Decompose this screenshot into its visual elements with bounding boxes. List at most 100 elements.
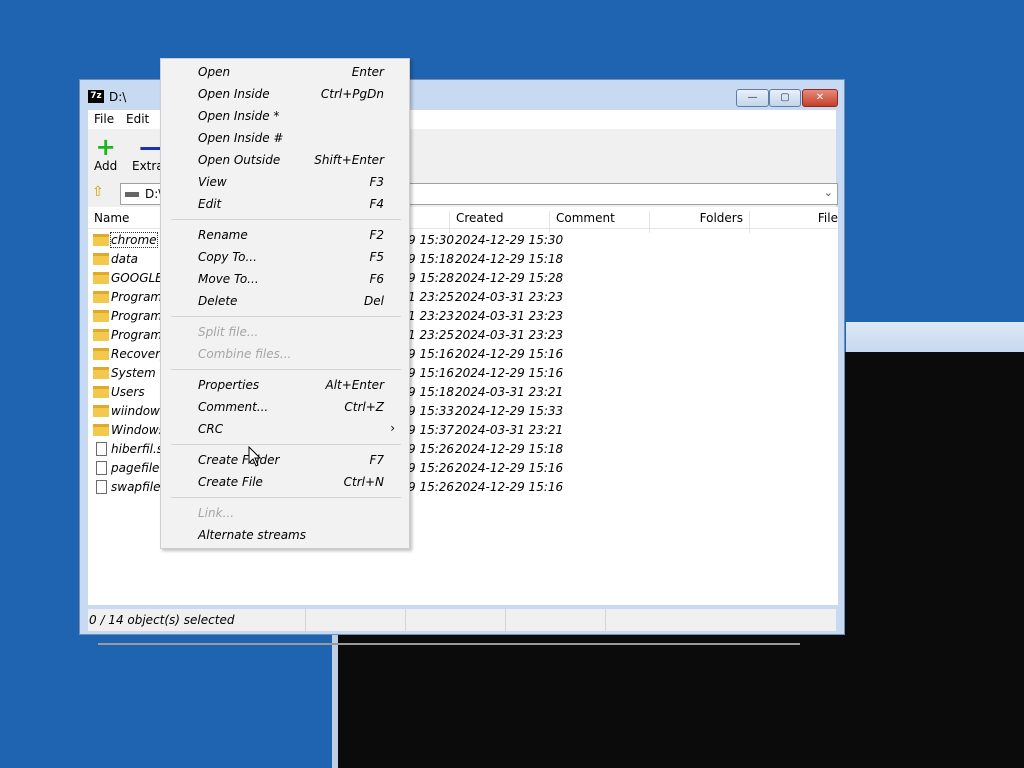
folder-icon — [93, 367, 109, 379]
file-modified: 9 15:26 — [408, 442, 455, 456]
file-created: 2024-12-29 15:33 — [455, 404, 564, 418]
column-created[interactable]: Created — [449, 211, 504, 233]
add-label: Add — [94, 159, 118, 173]
menu-item-label: Split file... — [198, 325, 259, 339]
file-modified: 9 15:16 — [408, 366, 455, 380]
minimize-button[interactable]: — — [736, 89, 769, 107]
menu-item-label: Open Inside * — [198, 109, 280, 123]
add-button[interactable]: + Add — [94, 135, 117, 173]
close-button[interactable]: ✕ — [802, 89, 838, 107]
menu-item-shortcut: Alt+Enter — [325, 378, 384, 392]
menu-separator — [171, 497, 401, 498]
menu-item-label: Open Outside — [198, 153, 281, 167]
menu-item-open-inside[interactable]: Open Inside # — [161, 127, 409, 149]
file-name: GOOGLE — [111, 271, 163, 285]
menu-item-combine-files[interactable]: Combine files... — [161, 343, 409, 365]
status-cell-selection: 0 / 14 object(s) selected — [88, 609, 306, 631]
menu-item-properties[interactable]: Properties Alt+Enter — [161, 374, 409, 396]
file-modified: 9 15:33 — [408, 404, 455, 418]
menu-item-edit[interactable]: Edit F4 — [161, 193, 409, 215]
menu-item-delete[interactable]: Delete Del — [161, 290, 409, 312]
file-name: wiindows — [111, 404, 167, 418]
folder-icon — [93, 291, 109, 303]
menu-item-shortcut: Ctrl+Z — [344, 400, 384, 414]
drive-icon — [125, 192, 139, 197]
context-menu: Open Enter Open Inside Ctrl+PgDn Open Inside… — [160, 58, 410, 549]
maximize-button[interactable]: ▢ — [769, 89, 801, 107]
menu-item-label: CRC — [198, 422, 224, 436]
menu-item-shortcut: Ctrl+PgDn — [320, 87, 384, 101]
horizontal-scrollbar[interactable] — [98, 643, 800, 645]
chevron-right-icon: › — [390, 421, 395, 435]
status-cell-packed — [406, 609, 506, 631]
status-cell-size — [306, 609, 406, 631]
file-name: Windows — [111, 423, 165, 437]
menu-item-label: Create Folder — [198, 453, 280, 467]
menu-item-shortcut: F2 — [369, 228, 384, 242]
menu-item-label: Comment... — [198, 400, 269, 414]
menu-item-view[interactable]: View F3 — [161, 171, 409, 193]
column-name[interactable]: Name — [88, 211, 129, 233]
menu-item-move-to[interactable]: Move To... F6 — [161, 268, 409, 290]
menu-item-label: Combine files... — [198, 347, 292, 361]
folder-icon — [93, 272, 109, 284]
menu-item-comment[interactable]: Comment... Ctrl+Z — [161, 396, 409, 418]
file-created: 2024-12-29 15:30 — [455, 233, 564, 247]
column-files[interactable]: File — [749, 211, 838, 233]
menu-file[interactable]: File — [94, 112, 114, 126]
mouse-cursor-icon — [248, 446, 262, 467]
menu-item-shortcut: F3 — [369, 175, 384, 189]
menu-item-shortcut: Shift+Enter — [314, 153, 384, 167]
file-modified: 1 23:23 — [408, 309, 455, 323]
menu-item-open-outside[interactable]: Open Outside Shift+Enter — [161, 149, 409, 171]
menu-item-copy-to[interactable]: Copy To... F5 — [161, 246, 409, 268]
folder-icon — [93, 386, 109, 398]
file-modified: 9 15:37 — [408, 423, 455, 437]
file-created: 2024-03-31 23:23 — [455, 290, 564, 304]
menu-item-label: Rename — [198, 228, 248, 242]
menu-item-label: Create File — [198, 475, 263, 489]
file-name: Recovery — [111, 347, 168, 361]
menu-item-open-inside[interactable]: Open Inside * — [161, 105, 409, 127]
file-icon — [96, 461, 107, 475]
menu-separator — [171, 444, 401, 445]
file-modified: 9 15:16 — [408, 347, 455, 361]
column-comment[interactable]: Comment — [549, 211, 615, 233]
menu-edit[interactable]: Edit — [126, 112, 149, 126]
file-created: 2024-12-29 15:18 — [455, 442, 564, 456]
menu-separator — [171, 316, 401, 317]
file-created: 2024-12-29 15:16 — [455, 347, 564, 361]
menu-item-open[interactable]: Open Enter — [161, 61, 409, 83]
chevron-down-icon[interactable]: ⌄ — [824, 186, 833, 199]
file-name: data — [111, 252, 139, 266]
menu-item-shortcut: Ctrl+N — [343, 475, 384, 489]
menu-item-crc[interactable]: CRC › — [161, 418, 409, 440]
file-created: 2024-12-29 15:18 — [455, 252, 564, 266]
menu-item-alternate-streams[interactable]: Alternate streams — [161, 524, 409, 546]
file-created: 2024-03-31 23:23 — [455, 328, 564, 342]
column-folders[interactable]: Folders — [649, 211, 749, 233]
menu-item-label: Delete — [198, 294, 238, 308]
file-name: Program — [111, 309, 163, 323]
file-modified: 9 15:26 — [408, 480, 455, 494]
folder-up-icon[interactable]: ⇧ — [92, 184, 104, 200]
menu-item-split-file[interactable]: Split file... — [161, 321, 409, 343]
file-created: 2024-12-29 15:16 — [455, 480, 564, 494]
menu-separator — [171, 219, 401, 220]
file-modified: 9 15:18 — [408, 385, 455, 399]
file-modified: 1 23:25 — [408, 290, 455, 304]
menu-item-open-inside[interactable]: Open Inside Ctrl+PgDn — [161, 83, 409, 105]
menu-item-rename[interactable]: Rename F2 — [161, 224, 409, 246]
folder-icon — [93, 234, 109, 246]
file-modified: 9 15:18 — [408, 252, 455, 266]
menu-item-create-folder[interactable]: Create Folder F7 — [161, 449, 409, 471]
menu-item-link[interactable]: Link... — [161, 502, 409, 524]
status-bar: 0 / 14 object(s) selected — [88, 609, 836, 631]
folder-icon — [93, 329, 109, 341]
menu-item-create-file[interactable]: Create File Ctrl+N — [161, 471, 409, 493]
menu-item-label: Properties — [198, 378, 260, 392]
menu-item-shortcut: F5 — [369, 250, 384, 264]
file-icon — [96, 480, 107, 494]
menu-item-shortcut: F6 — [369, 272, 384, 286]
folder-icon — [93, 253, 109, 265]
